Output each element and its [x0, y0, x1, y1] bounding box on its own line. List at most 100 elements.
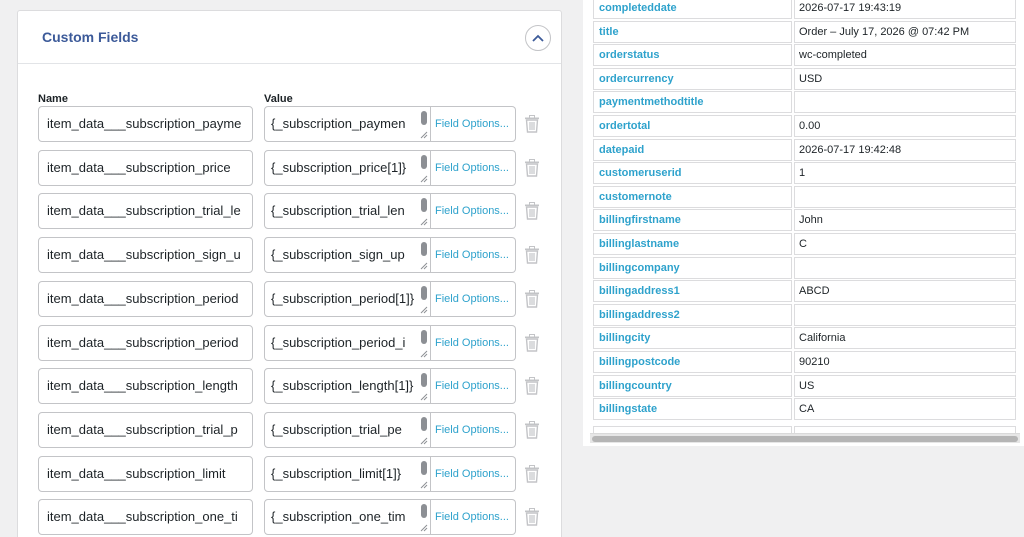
field-value-textarea[interactable]: {_subscription_paymen	[264, 106, 431, 142]
textarea-scrollbar[interactable]	[421, 285, 427, 300]
field-name-input[interactable]: item_data___subscription_period	[38, 324, 253, 361]
field-name-input[interactable]: item_data___subscription_price	[38, 149, 253, 186]
table-row: datepaid 2026-07-17 19:42:48	[593, 138, 1016, 161]
trash-icon[interactable]	[524, 464, 540, 483]
resize-grip-icon[interactable]	[420, 350, 428, 358]
table-row: orderstatus wc-completed	[593, 44, 1016, 67]
field-options-button[interactable]: Field Options...	[431, 149, 516, 186]
field-options-button[interactable]: Field Options...	[431, 368, 516, 405]
custom-field-row: item_data___subscription_one_ti {_subscr…	[38, 499, 558, 536]
table-row: ordercurrency USD	[593, 67, 1016, 90]
table-value-cell: ABCD	[794, 280, 1016, 303]
field-options-button[interactable]: Field Options...	[431, 411, 516, 448]
value-column-header: Value	[264, 93, 293, 105]
field-options-button[interactable]: Field Options...	[431, 280, 516, 317]
resize-grip-icon[interactable]	[420, 524, 428, 532]
field-name-input[interactable]: item_data___subscription_sign_u	[38, 237, 253, 274]
custom-field-row: item_data___subscription_period {_subscr…	[38, 280, 558, 317]
table-row: title Order – July 17, 2026 @ 07:42 PM	[593, 20, 1016, 43]
field-options-button[interactable]: Field Options...	[431, 193, 516, 230]
field-name-input[interactable]: item_data___subscription_trial_p	[38, 411, 253, 448]
trash-icon[interactable]	[524, 158, 540, 177]
table-key-cell: billingfirstname	[593, 209, 792, 232]
table-key-cell: billingcompany	[593, 256, 792, 279]
scrollbar-thumb[interactable]	[592, 436, 1018, 442]
textarea-scrollbar[interactable]	[421, 111, 427, 125]
field-value-text: {_subscription_period[1]}	[271, 290, 415, 306]
table-value-cell: California	[794, 327, 1016, 350]
resize-grip-icon[interactable]	[420, 262, 428, 270]
table-row: ordertotal 0.00	[593, 115, 1016, 137]
field-value-textarea[interactable]: {_subscription_period_i	[264, 324, 431, 361]
field-value-textarea[interactable]: {_subscription_one_tim	[264, 499, 431, 536]
trash-icon[interactable]	[524, 202, 540, 221]
field-name-input[interactable]: item_data___subscription_limit	[38, 455, 253, 492]
field-value-textarea[interactable]: {_subscription_trial_pe	[264, 411, 431, 448]
trash-icon[interactable]	[524, 115, 540, 133]
field-name-input[interactable]: item_data___subscription_trial_le	[38, 193, 253, 230]
trash-icon[interactable]	[524, 420, 540, 439]
field-value-textarea[interactable]: {_subscription_price[1]}	[264, 149, 431, 186]
field-value-text: {_subscription_length[1]}	[271, 378, 414, 394]
resize-grip-icon[interactable]	[420, 131, 428, 139]
field-name-input[interactable]: item_data___subscription_payme	[38, 106, 253, 142]
table-value-cell: 1	[794, 162, 1016, 185]
trash-icon[interactable]	[524, 508, 540, 526]
textarea-scrollbar[interactable]	[421, 198, 427, 213]
field-name-input[interactable]: item_data___subscription_period	[38, 280, 253, 317]
field-value-textarea[interactable]: {_subscription_limit[1]}	[264, 455, 431, 492]
trash-icon[interactable]	[524, 377, 540, 395]
table-value-cell: John	[794, 209, 1016, 232]
table-key-cell: datepaid	[593, 138, 792, 161]
field-options-button[interactable]: Field Options...	[431, 106, 516, 142]
resize-grip-icon[interactable]	[420, 306, 428, 314]
custom-fields-header: Custom Fields	[18, 11, 561, 64]
resize-grip-icon[interactable]	[420, 218, 428, 226]
resize-grip-icon[interactable]	[420, 393, 428, 401]
horizontal-scrollbar[interactable]	[590, 433, 1020, 443]
table-key-cell: paymentmethodtitle	[593, 91, 792, 114]
custom-field-row: item_data___subscription_sign_u {_subscr…	[38, 237, 558, 274]
field-value-textarea[interactable]: {_subscription_period[1]}	[264, 280, 431, 317]
field-value-text: {_subscription_trial_pe	[271, 421, 402, 437]
field-options-button[interactable]: Field Options...	[431, 455, 516, 492]
field-value-textarea[interactable]: {_subscription_length[1]}	[264, 368, 431, 405]
table-key-cell: customernote	[593, 185, 792, 208]
field-options-button[interactable]: Field Options...	[431, 324, 516, 361]
field-options-button[interactable]: Field Options...	[431, 499, 516, 536]
textarea-scrollbar[interactable]	[421, 460, 427, 475]
textarea-scrollbar[interactable]	[421, 154, 427, 169]
trash-icon[interactable]	[524, 289, 540, 308]
field-value-textarea[interactable]: {_subscription_trial_len	[264, 193, 431, 230]
name-column-header: Name	[38, 93, 68, 105]
table-key-cell: billingcity	[593, 327, 792, 350]
trash-icon[interactable]	[524, 246, 540, 264]
field-name-input[interactable]: item_data___subscription_one_ti	[38, 499, 253, 536]
collapse-toggle-button[interactable]	[525, 25, 551, 51]
custom-fields-title: Custom Fields	[42, 29, 139, 45]
textarea-scrollbar[interactable]	[421, 242, 427, 257]
textarea-scrollbar[interactable]	[421, 504, 427, 519]
table-key-cell: billingstate	[593, 398, 792, 421]
table-value-cell: 0.00	[794, 115, 1016, 137]
table-value-cell: CA	[794, 398, 1016, 421]
field-value-text: {_subscription_sign_up	[271, 247, 405, 263]
custom-fields-panel: Custom Fields Name Value item_data___sub…	[17, 10, 562, 537]
field-value-text: {_subscription_limit[1]}	[271, 465, 402, 481]
field-value-textarea[interactable]: {_subscription_sign_up	[264, 237, 431, 274]
field-name-input[interactable]: item_data___subscription_length	[38, 368, 253, 405]
trash-icon[interactable]	[524, 333, 540, 352]
field-value-text: {_subscription_trial_len	[271, 203, 405, 219]
resize-grip-icon[interactable]	[420, 175, 428, 183]
table-value-cell: 2026-07-17 19:43:19	[794, 0, 1016, 19]
textarea-scrollbar[interactable]	[421, 416, 427, 431]
textarea-scrollbar[interactable]	[421, 373, 427, 388]
textarea-scrollbar[interactable]	[421, 329, 427, 344]
table-value-cell	[794, 303, 1016, 326]
table-key-cell: customeruserid	[593, 162, 792, 185]
resize-grip-icon[interactable]	[420, 481, 428, 489]
table-value-cell: US	[794, 374, 1016, 397]
field-options-button[interactable]: Field Options...	[431, 237, 516, 274]
resize-grip-icon[interactable]	[420, 437, 428, 445]
table-row: paymentmethodtitle	[593, 91, 1016, 114]
